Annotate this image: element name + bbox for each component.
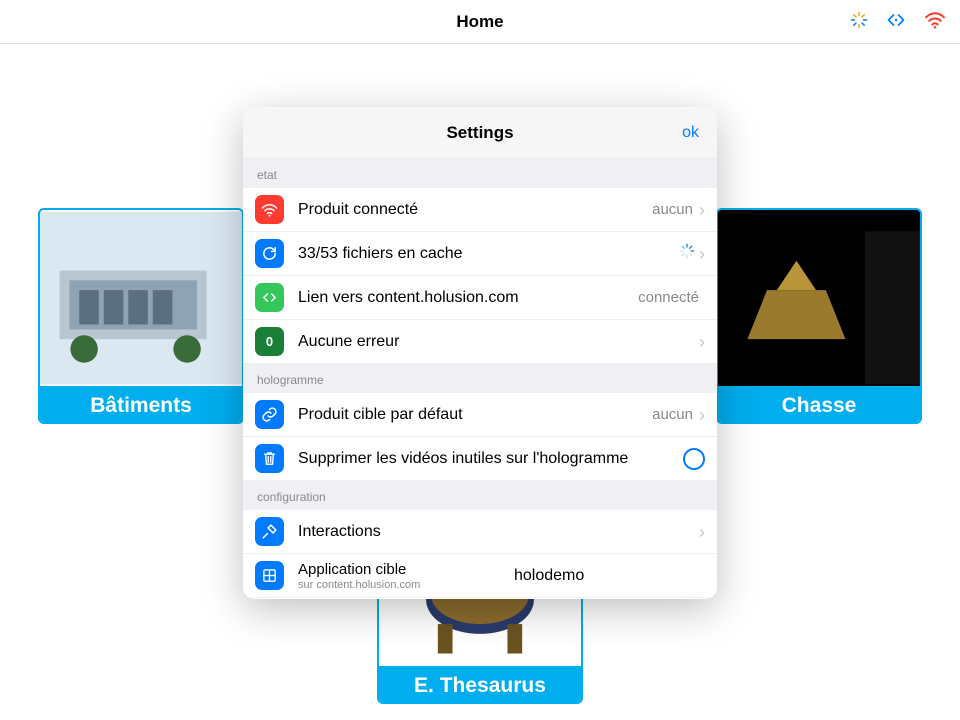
row-label: Interactions [298, 523, 699, 541]
navigation-bar: Home [0, 0, 960, 44]
popover-header: Settings ok [243, 107, 717, 159]
chevron-right-icon: › [699, 201, 705, 219]
app-grid-icon [255, 561, 284, 590]
section-header-hologramme: hologramme [243, 364, 717, 393]
section-header-etat: etat [243, 159, 717, 188]
row-label: Supprimer les vidéos inutiles sur l'holo… [298, 450, 683, 468]
row-label: Produit connecté [298, 201, 652, 219]
section-header-configuration: configuration [243, 481, 717, 510]
trash-icon [255, 444, 284, 473]
chevron-right-icon: › [699, 245, 705, 263]
loading-spinner-icon [679, 243, 695, 264]
popover-title: Settings [446, 123, 513, 143]
row-cache[interactable]: 33/53 fichiers en cache › [243, 232, 717, 276]
card-label: E. Thesaurus [379, 666, 581, 704]
ok-button[interactable]: ok [682, 124, 699, 142]
chevron-right-icon: › [699, 333, 705, 351]
card-chasse[interactable]: Chasse [716, 208, 922, 424]
row-label: Aucune erreur [298, 333, 699, 351]
refresh-icon [255, 239, 284, 268]
wifi-icon [924, 11, 946, 34]
radio-empty-icon[interactable] [683, 448, 705, 470]
row-label: Lien vers content.holusion.com [298, 289, 638, 307]
link-icon [255, 283, 284, 312]
error-count-badge: 0 [255, 327, 284, 356]
row-lien[interactable]: Lien vers content.holusion.com connecté [243, 276, 717, 320]
row-application-cible[interactable]: Application cible sur content.holusion.c… [243, 554, 717, 598]
tools-icon [255, 517, 284, 546]
chevron-right-icon: › [699, 523, 705, 541]
row-label: Produit cible par défaut [298, 406, 652, 424]
row-value: aucun [652, 201, 693, 218]
chevron-right-icon: › [699, 406, 705, 424]
row-value: aucun [652, 406, 693, 423]
page-title: Home [456, 12, 503, 32]
nav-status-icons [850, 0, 946, 44]
loading-spinner-icon [850, 11, 868, 34]
settings-popover: Settings ok etat Produit connecté aucun … [243, 107, 717, 599]
card-label: Bâtiments [40, 386, 242, 424]
row-value: connecté [638, 289, 699, 306]
row-passcode[interactable]: Passcode [243, 598, 717, 599]
row-erreurs[interactable]: 0 Aucune erreur › [243, 320, 717, 364]
card-image [718, 210, 920, 386]
row-produit-cible[interactable]: Produit cible par défaut aucun › [243, 393, 717, 437]
row-supprimer-videos[interactable]: Supprimer les vidéos inutiles sur l'holo… [243, 437, 717, 481]
wifi-icon [255, 195, 284, 224]
card-batiments[interactable]: Bâtiments [38, 208, 244, 424]
row-sublabel: sur content.holusion.com [298, 579, 514, 591]
row-label: 33/53 fichiers en cache [298, 245, 679, 263]
link-chain-icon [255, 400, 284, 429]
card-label: Chasse [718, 386, 920, 424]
application-target-input[interactable] [514, 567, 717, 585]
row-interactions[interactable]: Interactions › [243, 510, 717, 554]
link-icon [886, 12, 906, 33]
card-image [40, 210, 242, 386]
row-produit-connecte[interactable]: Produit connecté aucun › [243, 188, 717, 232]
row-label: Application cible [298, 561, 514, 578]
